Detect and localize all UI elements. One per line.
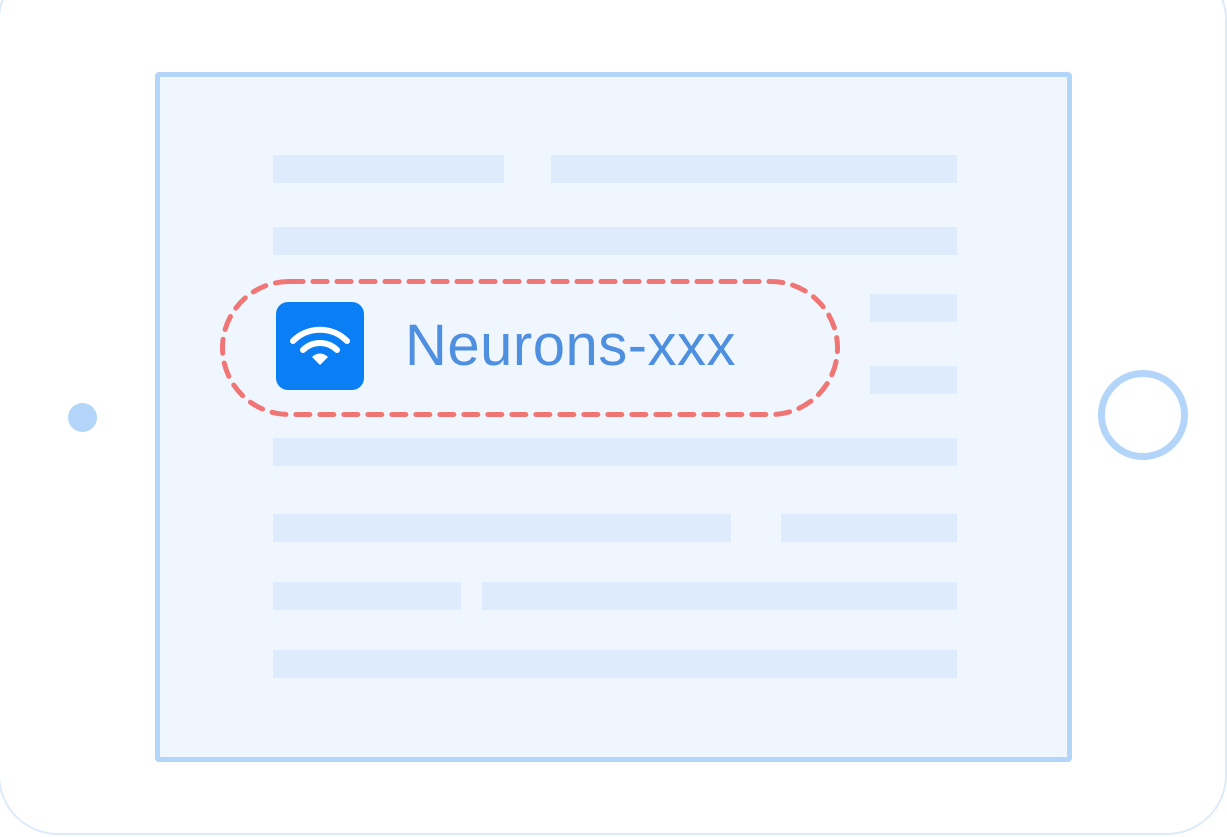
placeholder-line [870,294,957,322]
placeholder-line [273,227,957,255]
wifi-icon [290,326,350,365]
placeholder-line [781,514,957,542]
placeholder-line [273,514,731,542]
placeholder-line [273,582,461,610]
wifi-network-item[interactable]: Neurons-xxx [220,279,840,417]
placeholder-line [273,650,957,678]
home-button[interactable] [1098,370,1188,460]
placeholder-line [273,155,504,183]
wifi-network-name: Neurons-xxx [405,313,737,378]
camera-dot [68,403,97,432]
placeholder-line [273,438,957,466]
wifi-badge [276,302,364,390]
placeholder-line [870,366,957,394]
placeholder-line [482,582,957,610]
placeholder-line [551,155,957,183]
